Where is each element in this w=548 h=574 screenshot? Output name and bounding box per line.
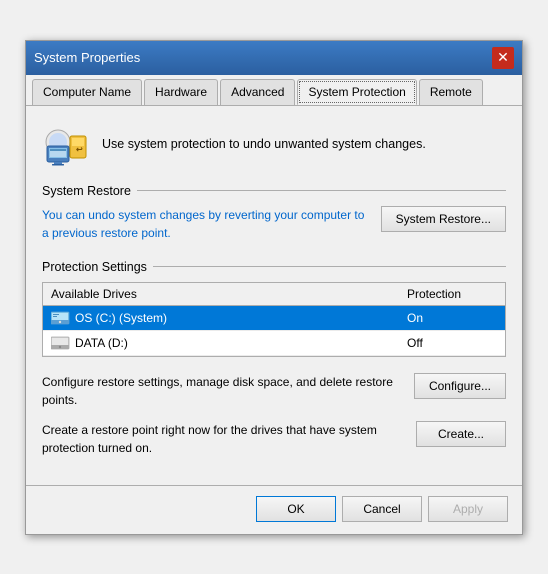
drives-table: Available Drives Protection OS (C:) (Sys… — [42, 282, 506, 357]
ok-button[interactable]: OK — [256, 496, 336, 522]
protection-settings-section: Protection Settings Available Drives Pro… — [42, 260, 506, 357]
tab-hardware[interactable]: Hardware — [144, 79, 218, 105]
section-divider-2 — [153, 266, 506, 267]
tab-remote[interactable]: Remote — [419, 79, 483, 105]
col-header-protection: Protection — [407, 287, 497, 301]
header-description: Use system protection to undo unwanted s… — [102, 137, 426, 151]
header-section: ↩ Use system protection to undo unwanted… — [42, 120, 506, 168]
system-restore-description: You can undo system changes by reverting… — [42, 206, 369, 242]
system-restore-title: System Restore — [42, 184, 131, 198]
protection-settings-title: Protection Settings — [42, 260, 147, 274]
tab-advanced[interactable]: Advanced — [220, 79, 295, 105]
drive-protection-os: On — [407, 311, 497, 325]
svg-text:↩: ↩ — [76, 145, 83, 154]
configure-row: Configure restore settings, manage disk … — [42, 373, 506, 409]
drive-icon-os — [51, 310, 71, 326]
system-restore-button[interactable]: System Restore... — [381, 206, 506, 232]
drive-protection-data: Off — [407, 336, 497, 350]
tab-computer-name[interactable]: Computer Name — [32, 79, 142, 105]
close-button[interactable]: ✕ — [492, 47, 514, 69]
drive-name-data: DATA (D:) — [75, 336, 407, 350]
title-bar-label: System Properties — [34, 50, 140, 65]
col-header-drives: Available Drives — [51, 287, 407, 301]
shield-icon: ↩ — [42, 120, 90, 168]
apply-button[interactable]: Apply — [428, 496, 508, 522]
drive-name-os: OS (C:) (System) — [75, 311, 407, 325]
drive-row-os[interactable]: OS (C:) (System) On — [43, 306, 505, 331]
system-properties-dialog: System Properties ✕ Computer Name Hardwa… — [25, 40, 523, 535]
tab-system-protection[interactable]: System Protection — [297, 79, 416, 105]
configure-section: Configure restore settings, manage disk … — [42, 373, 506, 457]
drives-table-header: Available Drives Protection — [43, 283, 505, 306]
tab-content: ↩ Use system protection to undo unwanted… — [26, 106, 522, 485]
protection-settings-header: Protection Settings — [42, 260, 506, 274]
title-bar: System Properties ✕ — [26, 41, 522, 75]
system-restore-header: System Restore — [42, 184, 506, 198]
create-row: Create a restore point right now for the… — [42, 421, 506, 457]
section-divider — [137, 190, 506, 191]
configure-button[interactable]: Configure... — [414, 373, 506, 399]
drive-icon-data — [51, 335, 71, 351]
dialog-footer: OK Cancel Apply — [26, 485, 522, 534]
drive-row-data[interactable]: DATA (D:) Off — [43, 331, 505, 356]
system-restore-body: You can undo system changes by reverting… — [42, 206, 506, 242]
configure-description: Configure restore settings, manage disk … — [42, 373, 402, 409]
tab-bar: Computer Name Hardware Advanced System P… — [26, 75, 522, 106]
cancel-button[interactable]: Cancel — [342, 496, 422, 522]
create-button[interactable]: Create... — [416, 421, 506, 447]
system-restore-section: System Restore You can undo system chang… — [42, 184, 506, 242]
create-description: Create a restore point right now for the… — [42, 421, 404, 457]
